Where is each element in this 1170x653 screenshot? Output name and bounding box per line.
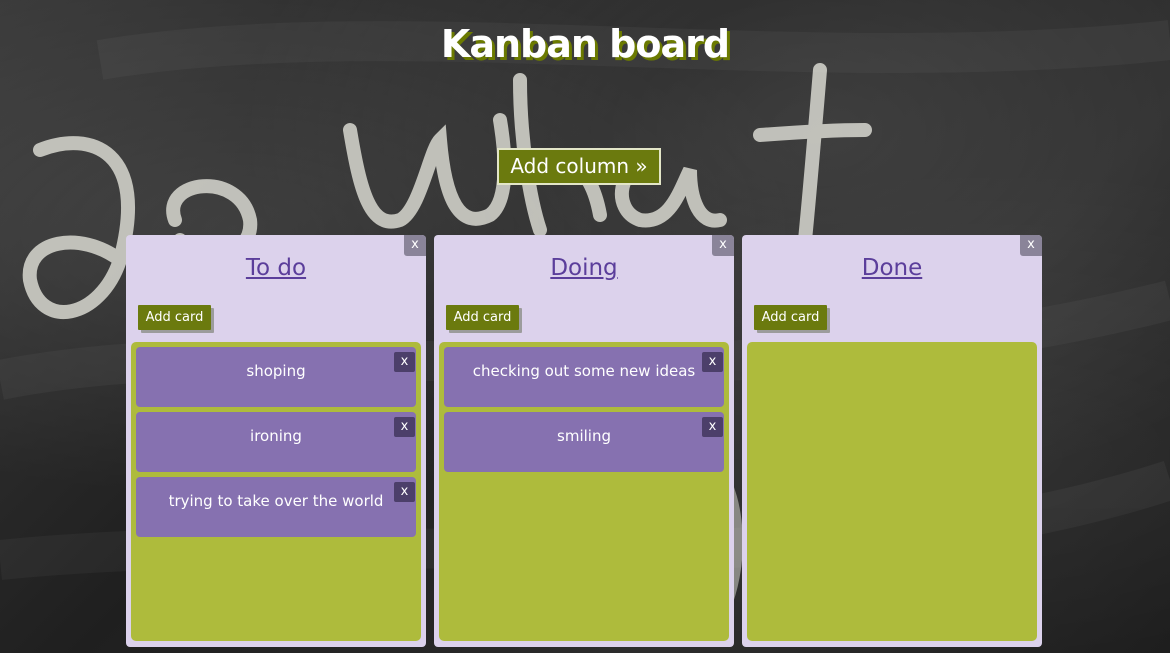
column-close-button[interactable]: x	[712, 235, 734, 256]
columns-container: x To do Add card shoping x ironing x try…	[126, 235, 1042, 647]
column-title[interactable]: To do	[126, 255, 426, 281]
card[interactable]: trying to take over the world x	[136, 477, 416, 537]
add-card-button[interactable]: Add card	[754, 305, 827, 330]
card-close-button[interactable]: x	[394, 352, 415, 372]
card-text: checking out some new ideas	[472, 362, 696, 380]
column-close-button[interactable]: x	[1020, 235, 1042, 256]
board-title: Kanban board	[440, 22, 730, 66]
card-text: trying to take over the world	[168, 492, 384, 510]
column-doing: x Doing Add card checking out some new i…	[434, 235, 734, 647]
card[interactable]: smiling x	[444, 412, 724, 472]
card-text: ironing	[250, 427, 302, 445]
card[interactable]: ironing x	[136, 412, 416, 472]
add-column-button[interactable]: Add column »	[497, 148, 661, 185]
column-close-button[interactable]: x	[404, 235, 426, 256]
card-text: smiling	[557, 427, 611, 445]
card-list: shoping x ironing x trying to take over …	[131, 342, 421, 641]
add-card-button[interactable]: Add card	[446, 305, 519, 330]
column-title[interactable]: Doing	[434, 255, 734, 281]
card[interactable]: shoping x	[136, 347, 416, 407]
card-list	[747, 342, 1037, 641]
add-card-button[interactable]: Add card	[138, 305, 211, 330]
column-to-do: x To do Add card shoping x ironing x try…	[126, 235, 426, 647]
card-close-button[interactable]: x	[394, 417, 415, 437]
card-close-button[interactable]: x	[702, 352, 723, 372]
card-list: checking out some new ideas x smiling x	[439, 342, 729, 641]
card[interactable]: checking out some new ideas x	[444, 347, 724, 407]
column-title[interactable]: Done	[742, 255, 1042, 281]
card-close-button[interactable]: x	[702, 417, 723, 437]
column-done: x Done Add card	[742, 235, 1042, 647]
card-text: shoping	[246, 362, 306, 380]
card-close-button[interactable]: x	[394, 482, 415, 502]
